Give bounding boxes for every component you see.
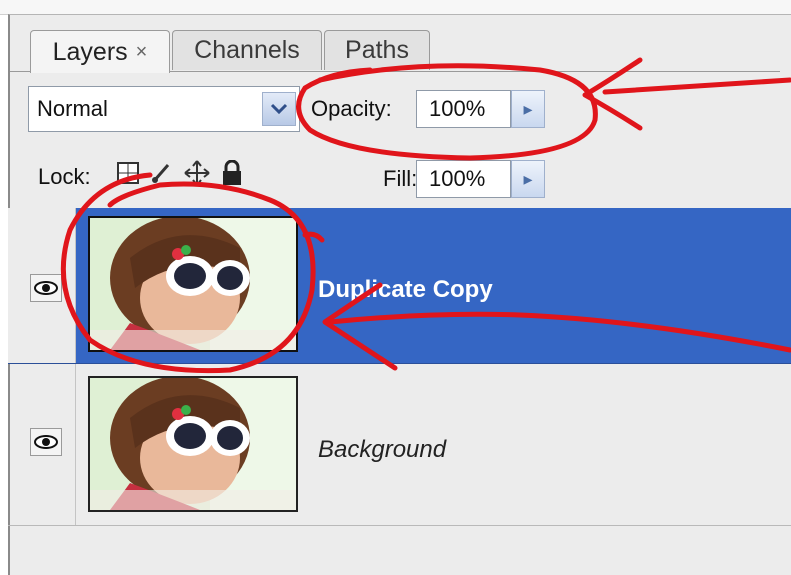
title-strip — [0, 0, 791, 15]
close-icon[interactable]: × — [136, 41, 148, 64]
layer-thumbnail — [88, 216, 298, 352]
layer-name[interactable]: Background — [318, 436, 446, 464]
opacity-label: Opacity: — [311, 96, 392, 121]
fill-value: 100% — [429, 166, 486, 191]
tab-layers[interactable]: Layers × — [30, 30, 170, 73]
layer-thumbnail — [88, 376, 298, 512]
visibility-cell — [8, 208, 76, 363]
fill-slider-toggle[interactable]: ▸ — [511, 160, 545, 198]
layer-row[interactable]: Duplicate Copy — [8, 208, 791, 364]
chevron-right-icon: ▸ — [523, 168, 533, 189]
layer-name[interactable]: Duplicate Copy — [318, 276, 493, 304]
layers-list: Duplicate Copy Background — [8, 208, 791, 528]
lock-image-pixels-icon[interactable] — [150, 161, 174, 190]
opacity-value: 100% — [429, 96, 486, 121]
blend-mode-value: Normal — [37, 96, 108, 121]
chevron-down-icon[interactable] — [262, 92, 296, 126]
tab-layers-label: Layers — [52, 37, 128, 66]
fill-input[interactable]: 100% — [416, 160, 511, 198]
tab-paths[interactable]: Paths — [324, 30, 430, 70]
lock-position-icon[interactable] — [184, 160, 210, 191]
tab-channels[interactable]: Channels — [172, 30, 322, 70]
opacity-input[interactable]: 100% — [416, 90, 511, 128]
eye-icon[interactable] — [30, 428, 62, 456]
lock-all-icon[interactable] — [220, 159, 244, 191]
opacity-slider-toggle[interactable]: ▸ — [511, 90, 545, 128]
eye-icon[interactable] — [30, 274, 62, 302]
lock-transparent-pixels-icon[interactable] — [116, 161, 140, 190]
tab-channels-label: Channels — [194, 36, 300, 64]
chevron-right-icon: ▸ — [523, 98, 533, 119]
lock-label: Lock: — [38, 164, 91, 189]
fill-label: Fill: — [383, 166, 418, 191]
layer-row[interactable]: Background — [8, 364, 791, 526]
visibility-cell — [8, 364, 76, 525]
panel-tabbar: Layers × Channels Paths — [10, 30, 780, 73]
tab-paths-label: Paths — [345, 36, 409, 64]
blend-mode-select[interactable]: Normal — [28, 86, 300, 132]
lock-icons — [116, 159, 244, 191]
